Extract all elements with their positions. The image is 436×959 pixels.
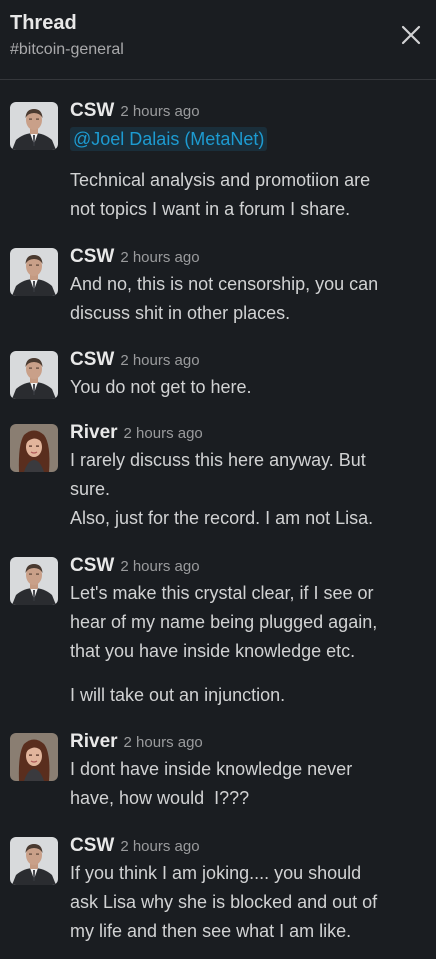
close-icon[interactable] (398, 22, 424, 48)
channel-name[interactable]: #bitcoin-general (10, 41, 124, 59)
author-name[interactable]: River (70, 731, 118, 752)
message-text: I will take out an injunction. (70, 685, 286, 705)
timestamp[interactable]: 2 hours ago (120, 249, 199, 266)
message-text: my life and then see what I am like. (70, 921, 352, 941)
author-name[interactable]: CSW (70, 349, 114, 370)
message-text: not topics I want in a forum I share. (70, 199, 351, 219)
timestamp[interactable]: 2 hours ago (120, 352, 199, 369)
timestamp[interactable]: 2 hours ago (124, 734, 203, 751)
message-text: hear of my name being plugged again, (70, 612, 378, 632)
thread-title: Thread (10, 12, 77, 34)
timestamp[interactable]: 2 hours ago (124, 425, 203, 442)
avatar[interactable] (10, 557, 58, 605)
message-text: I dont have inside knowledge never (70, 759, 353, 779)
avatar[interactable] (10, 837, 58, 885)
timestamp[interactable]: 2 hours ago (120, 103, 199, 120)
message-text: that you have inside knowledge etc. (70, 641, 356, 661)
avatar[interactable] (10, 733, 58, 781)
author-name[interactable]: CSW (70, 100, 114, 121)
author-name[interactable]: CSW (70, 555, 114, 576)
message-text: You do not get to here. (70, 377, 252, 397)
message-text: ask Lisa why she is blocked and out of (70, 892, 378, 912)
timestamp[interactable]: 2 hours ago (120, 558, 199, 575)
message-text: Also, just for the record. I am not Lisa… (70, 508, 374, 528)
message-text: I rarely discuss this here anyway. But (70, 450, 366, 470)
author-name[interactable]: CSW (70, 246, 114, 267)
message-text: discuss shit in other places. (70, 303, 291, 323)
message-text: sure. (70, 479, 111, 499)
user-mention[interactable]: @Joel Dalais (MetaNet) (70, 127, 268, 151)
thread-header: Thread #bitcoin-general (0, 0, 436, 80)
avatar[interactable] (10, 351, 58, 399)
avatar[interactable] (10, 248, 58, 296)
author-name[interactable]: CSW (70, 835, 114, 856)
avatar[interactable] (10, 102, 58, 150)
message-text: have, how would I??? (70, 788, 250, 808)
message-text: If you think I am joking.... you should (70, 863, 362, 883)
avatar[interactable] (10, 424, 58, 472)
author-name[interactable]: River (70, 422, 118, 443)
timestamp[interactable]: 2 hours ago (120, 838, 199, 855)
message-text: Let's make this crystal clear, if I see … (70, 583, 374, 603)
message-text: Technical analysis and promotiion are (70, 170, 371, 190)
message-text: And no, this is not censorship, you can (70, 274, 379, 294)
